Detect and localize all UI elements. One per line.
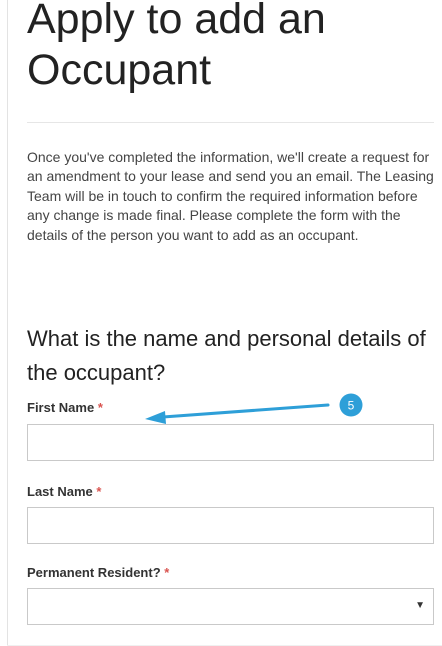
first-name-label: First Name * — [27, 400, 103, 415]
permanent-resident-select[interactable]: ▼ — [27, 588, 434, 625]
page-title-line-1: Apply to add an — [27, 0, 326, 43]
required-marker: * — [164, 565, 170, 580]
annotation-arrow-line — [161, 403, 330, 419]
page-title-line-2: Occupant — [27, 46, 212, 94]
intro-paragraph: Once you've completed the information, w… — [27, 149, 434, 243]
last-name-label-text: Last Name — [27, 484, 93, 499]
required-marker: * — [97, 400, 103, 415]
first-name-label-text: First Name — [27, 400, 95, 415]
permanent-resident-label: Permanent Resident? * — [27, 565, 169, 580]
required-marker: * — [96, 484, 102, 499]
permanent-resident-label-text: Permanent Resident? — [27, 565, 161, 580]
step-badge — [339, 393, 363, 417]
last-name-label: Last Name * — [27, 484, 101, 499]
left-border — [7, 0, 8, 646]
section-heading: What is the name and personal details of… — [27, 326, 426, 385]
title-divider — [27, 122, 434, 123]
permanent-resident-select-box[interactable]: ▼ — [27, 588, 434, 625]
arrow-left-icon — [145, 411, 166, 424]
first-name-input[interactable] — [27, 424, 434, 461]
caret-down-icon[interactable]: ▼ — [415, 600, 425, 611]
step-badge-number: 5 — [348, 399, 355, 413]
last-name-input[interactable] — [27, 507, 434, 544]
page-title: Apply to add an Occupant — [27, 0, 326, 96]
